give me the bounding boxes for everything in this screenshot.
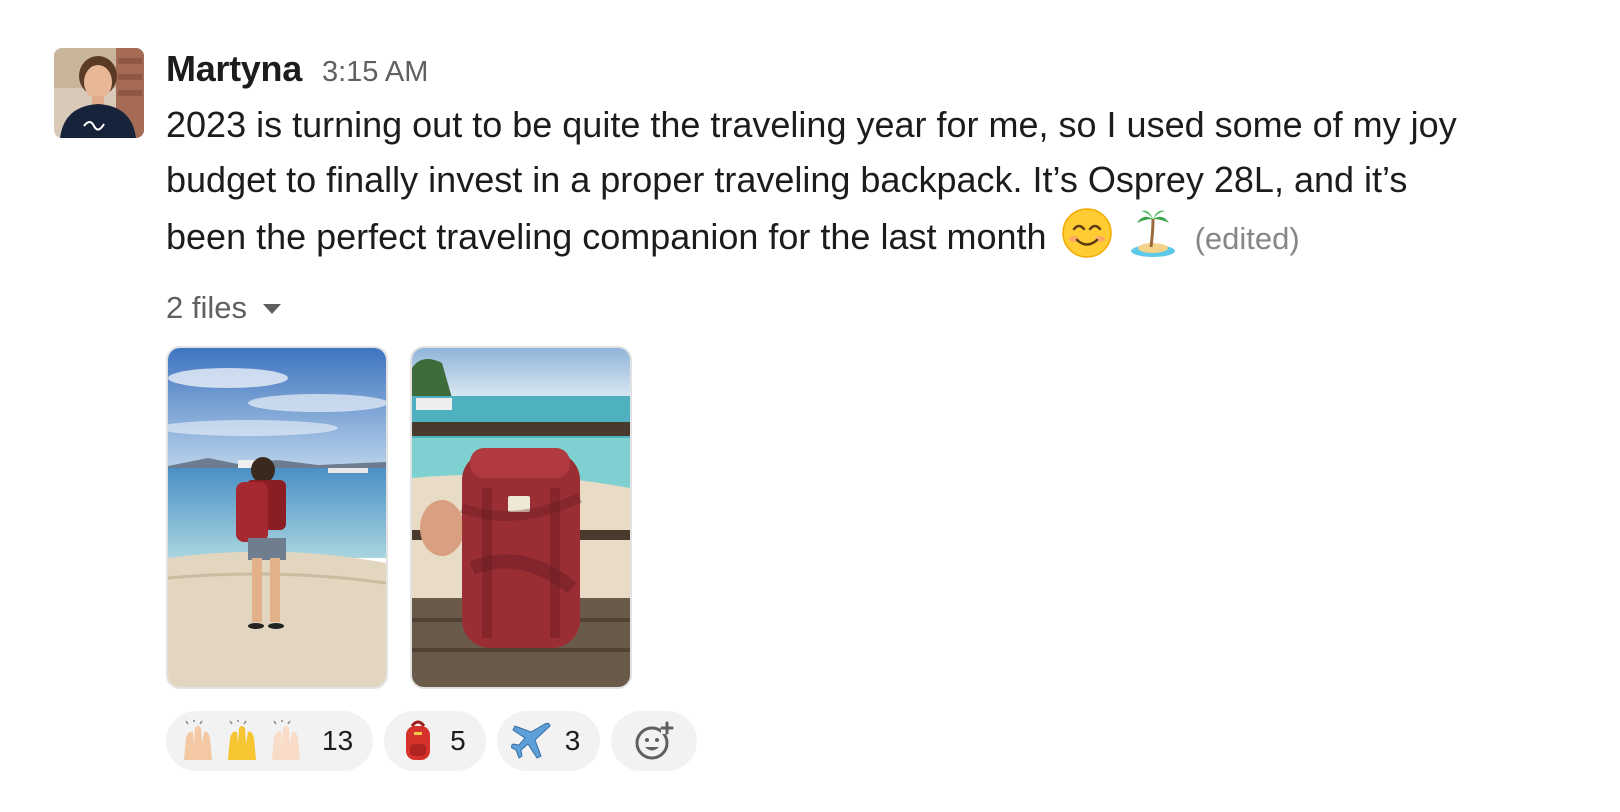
file-thumbnail-1[interactable]	[166, 346, 388, 689]
desert-island-emoji	[1127, 207, 1179, 274]
reaction-count: 5	[450, 725, 466, 756]
beach-photo-backpack-railing	[412, 348, 630, 687]
smiling-face-emoji	[1061, 207, 1113, 274]
files-label[interactable]: 2 files	[166, 290, 247, 326]
message-header: Martyna 3:15 AM	[166, 48, 1546, 90]
airplane-emoji	[510, 720, 553, 762]
reaction-backpack[interactable]: 5	[384, 711, 486, 771]
reaction-count: 13	[322, 725, 354, 756]
file-thumbnail-2[interactable]	[410, 346, 632, 689]
raising-hands-emoji	[180, 720, 310, 762]
message-content: Martyna 3:15 AM 2023 is turning out to b…	[166, 48, 1546, 771]
avatar[interactable]	[54, 48, 144, 138]
reaction-count: 3	[564, 725, 581, 756]
file-attachments	[166, 346, 1546, 689]
beach-photo-person-backpack	[168, 348, 386, 687]
edited-label: (edited)	[1194, 221, 1300, 256]
caret-down-icon[interactable]	[262, 304, 281, 314]
files-toggle[interactable]: 2 files	[166, 288, 1546, 328]
add-reaction-button[interactable]	[611, 711, 698, 771]
avatar-image	[54, 48, 144, 138]
timestamp[interactable]: 3:15 AM	[322, 56, 428, 89]
author-name[interactable]: Martyna	[166, 48, 302, 90]
add-reaction-icon	[635, 721, 674, 760]
backpack-emoji	[398, 720, 438, 762]
message-body: 2023 is turning out to be quite the trav…	[166, 97, 1486, 274]
reaction-raising-hands[interactable]: 13	[166, 711, 374, 771]
reactions-bar: 13 5 3	[166, 711, 1546, 771]
reaction-airplane[interactable]: 3	[496, 711, 601, 771]
